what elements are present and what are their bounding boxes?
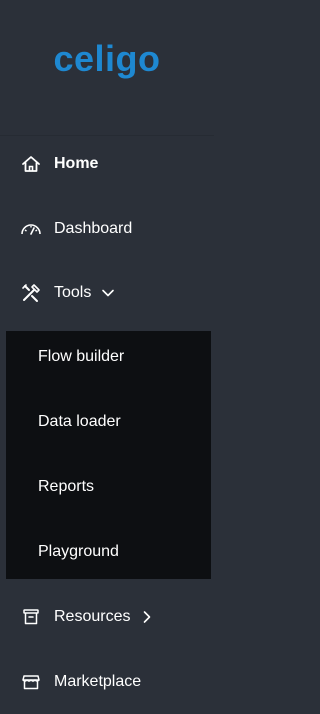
home-icon (20, 154, 42, 174)
submenu-item-data-loader[interactable]: Data loader (6, 402, 211, 442)
chevron-right-icon (144, 611, 151, 623)
nav-item-label: Marketplace (54, 673, 142, 690)
nav-item-marketplace[interactable]: Marketplace (0, 662, 214, 702)
nav-item-resources[interactable]: Resources (0, 597, 214, 637)
nav-item-dashboard[interactable]: Dashboard (0, 209, 214, 249)
storefront-icon (20, 672, 42, 692)
tools-submenu: Flow builder Data loader Reports Playgro… (6, 331, 211, 579)
submenu-item-label: Flow builder (38, 348, 125, 365)
submenu-item-label: Playground (38, 543, 119, 560)
submenu-item-playground[interactable]: Playground (6, 532, 211, 572)
tools-icon (20, 283, 42, 303)
nav-item-text: Tools (54, 284, 92, 301)
submenu-item-label: Reports (38, 478, 95, 495)
archive-box-icon (20, 607, 42, 627)
sidebar-nav: celigo Home Dashboard Tools Flow builder… (0, 0, 214, 714)
nav-item-home[interactable]: Home (0, 144, 214, 184)
divider (0, 135, 214, 136)
nav-item-label: Tools (54, 284, 115, 302)
submenu-item-reports[interactable]: Reports (6, 467, 211, 507)
nav-item-label: Resources (54, 608, 154, 626)
nav-item-label: Dashboard (54, 220, 133, 237)
submenu-item-flow-builder[interactable]: Flow builder (6, 337, 211, 377)
nav-item-text: Resources (54, 608, 131, 625)
gauge-icon (20, 219, 42, 239)
nav-item-label: Home (54, 155, 99, 172)
celigo-logo[interactable]: celigo (0, 34, 214, 84)
logo-text: celigo (53, 38, 161, 79)
submenu-item-label: Data loader (38, 413, 121, 430)
chevron-down-icon (102, 289, 115, 297)
nav-item-tools[interactable]: Tools (0, 273, 214, 313)
